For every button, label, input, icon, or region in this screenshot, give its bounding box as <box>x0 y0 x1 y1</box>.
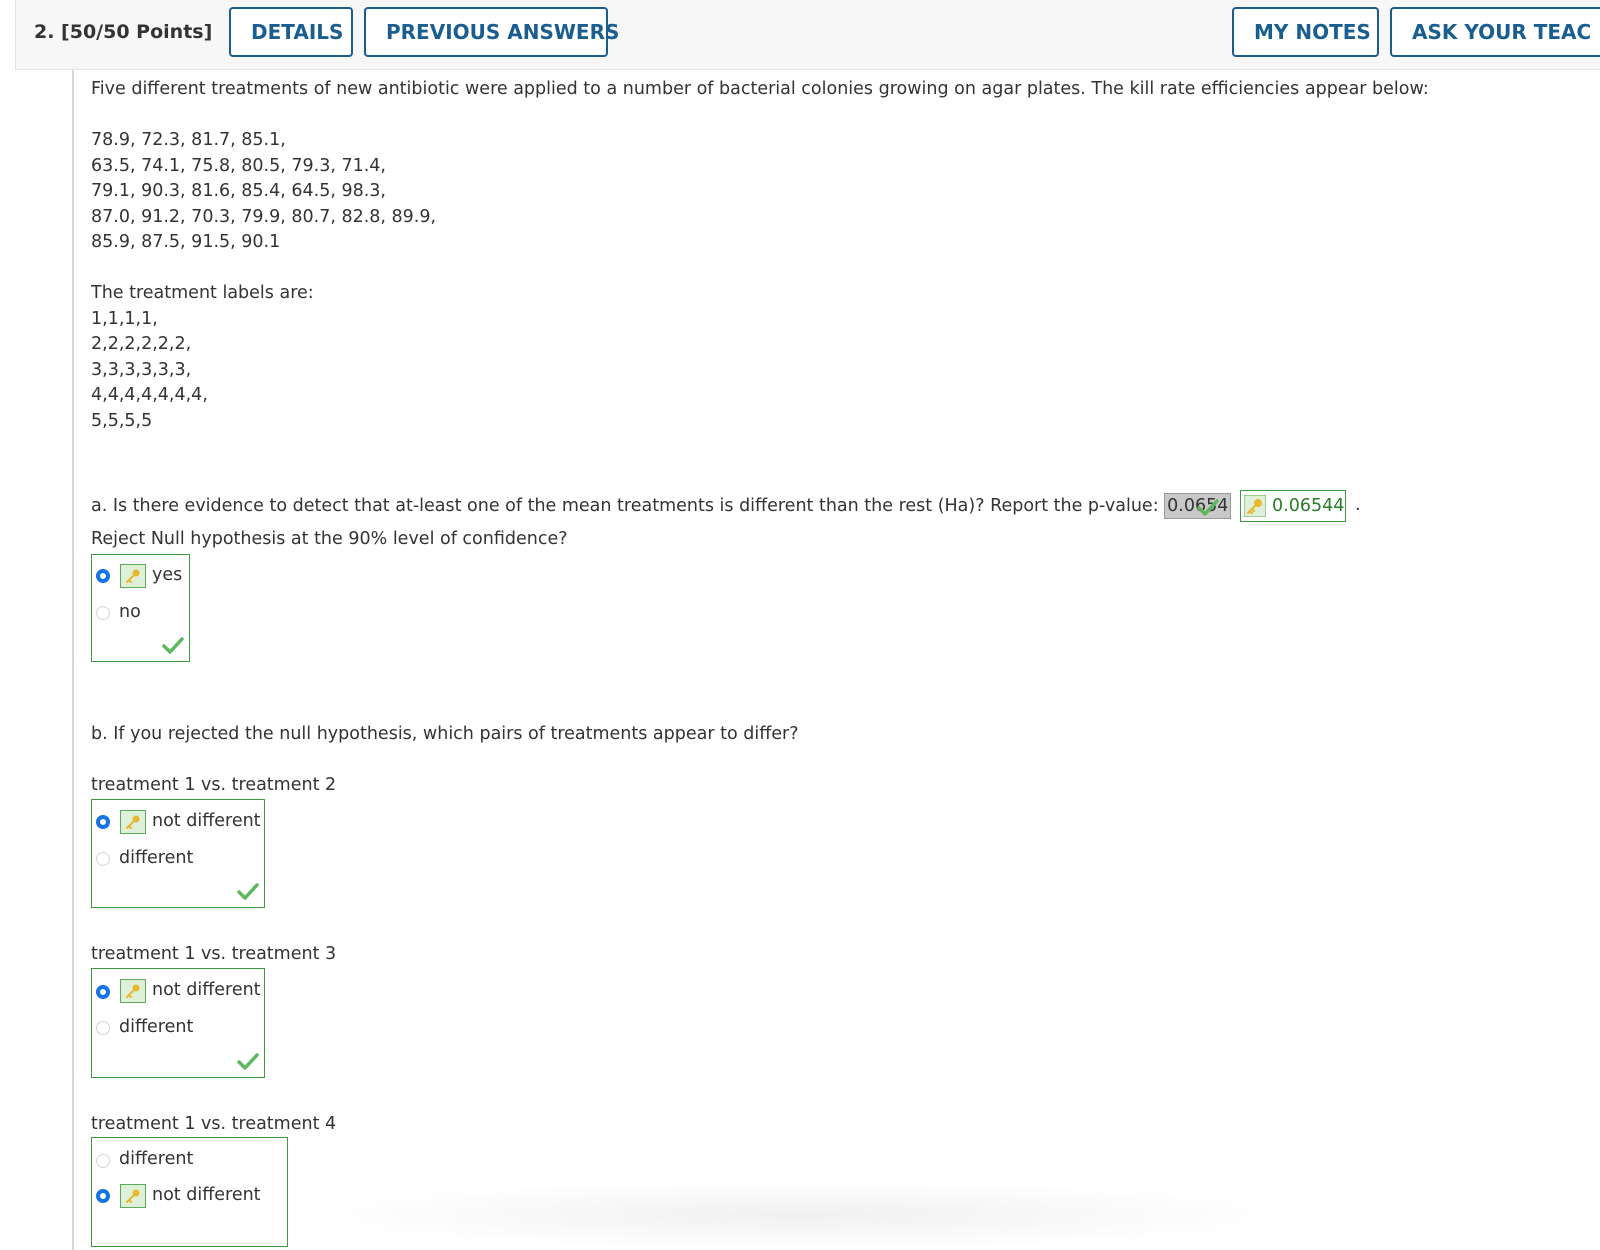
radio-different[interactable] <box>96 852 110 866</box>
part-a-question: a. Is there evidence to detect that at-l… <box>91 496 1159 516</box>
part-a-question-row: a. Is there evidence to detect that at-l… <box>91 493 1232 519</box>
key-icon <box>120 979 146 1003</box>
data-line: 79.1, 90.3, 81.6, 85.4, 64.5, 98.3, <box>91 181 386 201</box>
radio-different[interactable] <box>96 1154 110 1168</box>
answer-key-box: 0.06544 <box>1240 490 1346 522</box>
my-notes-button[interactable]: MY NOTES <box>1232 7 1379 57</box>
radio-not-different[interactable] <box>96 985 110 999</box>
radio-not-different[interactable] <box>96 815 110 829</box>
label-line: 2,2,2,2,2,2, <box>91 334 192 354</box>
correct-check-icon <box>237 1053 259 1070</box>
part-b-question: b. If you rejected the null hypothesis, … <box>91 724 799 744</box>
details-button[interactable]: DETAILS <box>229 7 353 57</box>
key-answer-value: 0.06544 <box>1272 496 1345 516</box>
correct-check-icon <box>1197 499 1219 516</box>
label-line: 1,1,1,1, <box>91 308 158 329</box>
option-no-label: no <box>119 602 141 622</box>
correct-check-icon <box>237 883 259 900</box>
treatment-labels: The treatment labels are: 1,1,1,1, 2,2,2… <box>91 281 314 434</box>
reject-null-question: Reject Null hypothesis at the 90% level … <box>91 529 568 549</box>
trailing-period: . <box>1355 495 1361 515</box>
comparison-label: treatment 1 vs. treatment 4 <box>91 1114 337 1134</box>
correct-check-icon <box>162 637 184 654</box>
option-yes-label: yes <box>152 565 183 585</box>
data-line: 63.5, 74.1, 75.8, 80.5, 79.3, 71.4, <box>91 155 386 176</box>
data-line: 85.9, 87.5, 91.5, 90.1 <box>91 232 281 252</box>
option-label: different <box>119 1149 194 1169</box>
key-icon <box>120 1184 146 1208</box>
option-label: not different <box>152 1185 261 1205</box>
option-label: not different <box>152 811 261 831</box>
previous-answers-button[interactable]: PREVIOUS ANSWERS <box>364 7 619 57</box>
radio-different[interactable] <box>96 1021 110 1035</box>
ask-your-teacher-button[interactable]: ASK YOUR TEAC <box>1390 7 1600 57</box>
data-line: 78.9, 72.3, 81.7, 85.1, <box>91 130 286 150</box>
label-line: 5,5,5,5 <box>91 410 153 431</box>
bottom-shadow <box>300 1180 1300 1250</box>
option-label: different <box>119 848 194 868</box>
option-label: different <box>119 1017 194 1037</box>
key-icon <box>1244 495 1266 517</box>
label-line: 3,3,3,3,3,3, <box>91 359 192 380</box>
content-left-rule <box>72 70 74 1250</box>
comparison-label: treatment 1 vs. treatment 3 <box>91 944 337 964</box>
radio-no[interactable] <box>96 606 110 620</box>
question-number-points: 2. [50/50 Points] <box>34 21 213 43</box>
label-line: 4,4,4,4,4,4,4, <box>91 385 208 405</box>
key-icon <box>120 564 146 588</box>
radio-yes[interactable] <box>96 569 110 583</box>
comparison-label: treatment 1 vs. treatment 2 <box>91 775 337 795</box>
key-icon <box>120 810 146 834</box>
labels-heading: The treatment labels are: <box>91 283 314 303</box>
kill-rate-data: 78.9, 72.3, 81.7, 85.1, 63.5, 74.1, 75.8… <box>91 128 436 256</box>
problem-intro: Five different treatments of new antibio… <box>91 79 1429 99</box>
radio-not-different[interactable] <box>96 1189 110 1203</box>
data-line: 87.0, 91.2, 70.3, 79.9, 80.7, 82.8, 89.9… <box>91 206 437 227</box>
option-label: not different <box>152 980 261 1000</box>
